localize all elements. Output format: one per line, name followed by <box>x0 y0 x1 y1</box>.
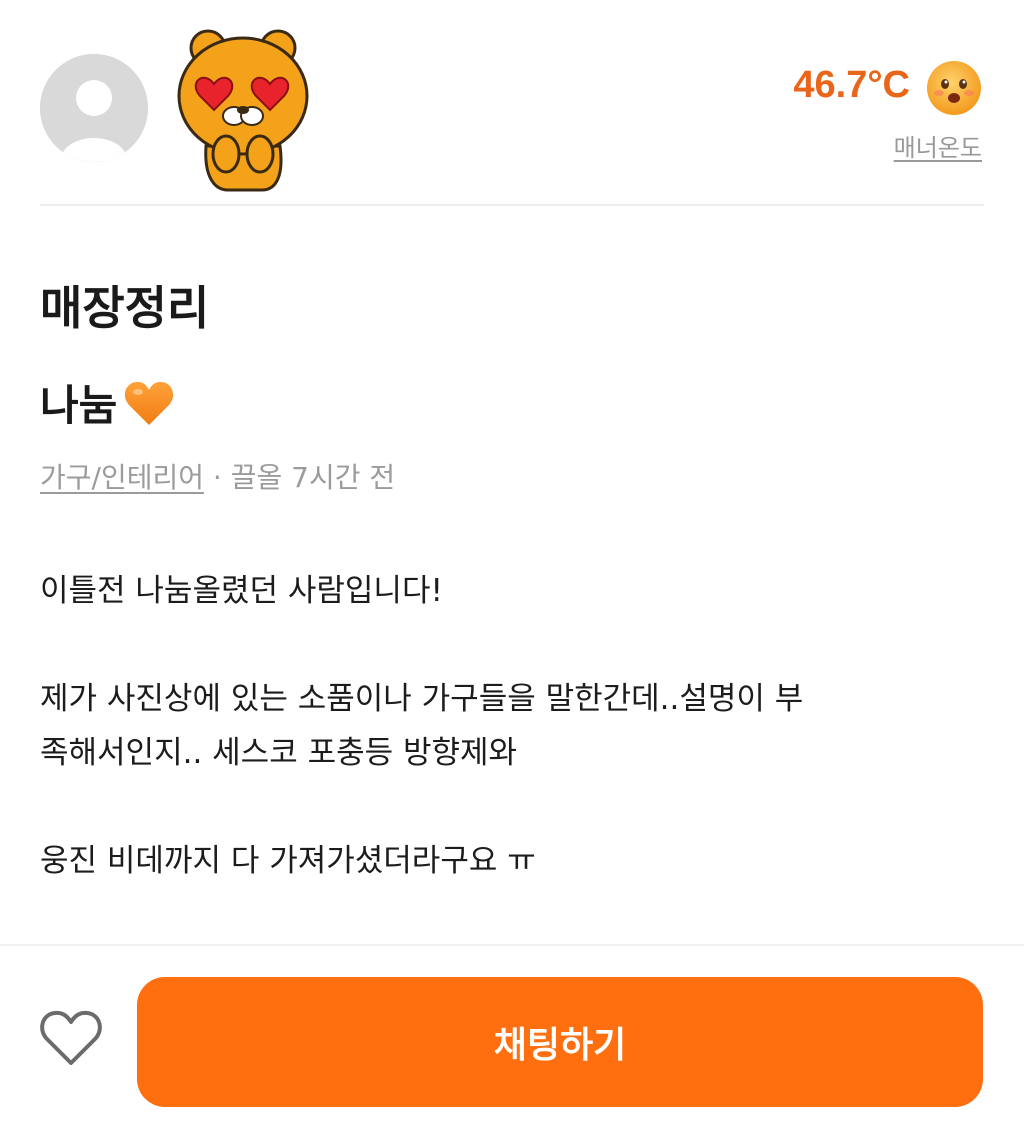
article-title: 매장정리 <box>40 281 210 335</box>
category-link[interactable]: 가구/인테리어 <box>40 461 204 494</box>
article-body: 이틀전 나눔올렸던 사람입니다! 제가 사진상에 있는 소품이나 가구들을 말한… <box>40 564 984 888</box>
orange-heart-icon <box>123 379 175 427</box>
default-profile-icon[interactable] <box>40 54 148 162</box>
smiling-face-icon <box>926 60 982 116</box>
chat-button[interactable]: 채팅하기 <box>137 977 983 1107</box>
bottom-action-bar: 채팅하기 <box>0 944 1024 1141</box>
meta-separator: · <box>212 461 222 494</box>
article-meta: 가구/인테리어 · 끌올 7시간 전 <box>40 456 395 496</box>
article-subtitle: 나눔 <box>40 372 175 433</box>
body-paragraph: 이틀전 나눔올렸던 사람입니다! <box>40 573 443 609</box>
bump-time: 끌올 7시간 전 <box>230 461 396 494</box>
seller-profile[interactable]: 46.7°C 매너온도 <box>40 29 984 206</box>
body-paragraph: 웅진 비데까지 다 가져가셨더라구요 ㅠ <box>40 843 536 879</box>
body-paragraph: 족해서인지.. 세스코 포충등 방향제와 <box>40 735 518 771</box>
manner-temperature: 46.7°C <box>793 64 910 106</box>
lion-character-heart-eyes-sticker <box>166 26 316 194</box>
heart-outline-icon[interactable] <box>38 1008 104 1068</box>
article-page: 46.7°C 매너온도 매장정리 나눔 가구/인테리어 · 끌올 7시간 전 이… <box>0 0 1024 1141</box>
manner-temperature-label[interactable]: 매너온도 <box>894 128 982 163</box>
article-subtitle-text: 나눔 <box>40 381 118 430</box>
body-paragraph: 제가 사진상에 있는 소품이나 가구들을 말한간데..설명이 부 <box>40 681 804 717</box>
